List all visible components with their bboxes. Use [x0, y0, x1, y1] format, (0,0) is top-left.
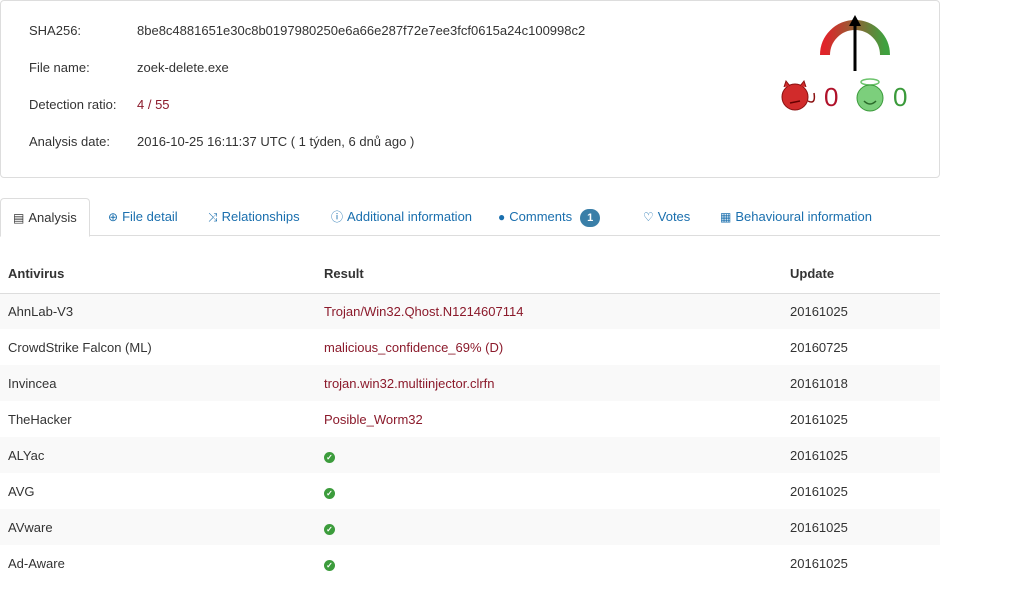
table-row: ALYac ✓ 20161025	[0, 437, 940, 473]
gauge-needle-icon	[849, 15, 861, 71]
result-cell: ✓	[316, 509, 782, 545]
antivirus-cell: ALYac	[0, 437, 316, 473]
sha256-value: 8be8c4881651e30c8b0197980250e6a66e287f72…	[137, 23, 586, 38]
result-cell: Posible_Worm32	[324, 411, 423, 427]
update-cell: 20161025	[790, 555, 848, 571]
tab-votes[interactable]: ♡ Votes	[643, 198, 690, 236]
table-row: AVware ✓ 20161025	[0, 509, 940, 545]
table-header: Antivirus Result Update	[0, 255, 940, 294]
update-cell: 20161025	[782, 509, 940, 545]
table-row: Invincea trojan.win32.multiinjector.clrfn…	[0, 365, 940, 401]
result-cell: ✓	[316, 437, 782, 473]
antivirus-results-table: Antivirus Result Update AhnLab-V3 Trojan/…	[0, 255, 940, 581]
tab-label: Relationships	[221, 209, 300, 224]
thumbs-down-icon: ♡	[643, 210, 654, 224]
file-name-row: File name: zoek-delete.exe	[29, 60, 229, 75]
update-cell: 20161025	[790, 411, 848, 427]
community-score-gauge: 0 0	[781, 15, 907, 112]
antivirus-cell: TheHacker	[8, 411, 72, 427]
search-plus-icon: ⊕	[108, 210, 119, 224]
result-cell: malicious_confidence_69% (D)	[324, 339, 504, 355]
analysis-date-label: Analysis date:	[29, 134, 110, 149]
antivirus-cell: Invincea	[0, 365, 316, 401]
tab-label: Analysis	[28, 210, 77, 225]
comment-icon: ●	[498, 210, 506, 224]
tab-label: Additional information	[347, 209, 473, 224]
result-cell: Trojan/Win32.Qhost.N1214607114	[316, 293, 782, 329]
column-header-result: Result	[316, 255, 782, 294]
check-circle-icon: ✓	[324, 487, 335, 499]
check-circle-icon: ✓	[324, 523, 335, 535]
sha256-label: SHA256:	[29, 23, 82, 38]
tab-analysis[interactable]: ▤ Analysis	[0, 198, 90, 237]
devil-icon	[781, 79, 816, 111]
tab-file-detail[interactable]: ⊕ File detail	[108, 198, 178, 236]
film-icon: ▦	[720, 210, 732, 224]
table-row: TheHacker Posible_Worm32 20161025	[0, 401, 940, 437]
angel-icon	[856, 78, 884, 112]
result-cell: ✓	[316, 473, 782, 509]
tab-label: Votes	[657, 209, 691, 224]
file-summary-panel: SHA256: 8be8c4881651e30c8b0197980250e6a66…	[0, 0, 940, 178]
detection-ratio-row: Detection ratio: 4 / 55	[29, 97, 170, 112]
tab-label: Comments	[509, 209, 573, 224]
tab-comments[interactable]: ● Comments 1	[498, 198, 601, 236]
tab-label: Behavioural information	[735, 209, 872, 224]
check-circle-icon: ✓	[324, 559, 335, 571]
tab-bar: ▤ Analysis ⊕ File detail ⤨ Relationships ⓘ A…	[0, 198, 940, 237]
table-row: CrowdStrike Falcon (ML) malicious_confide…	[0, 329, 940, 365]
detection-ratio-value: 4 / 55	[137, 97, 170, 112]
detection-ratio-label: Detection ratio:	[29, 97, 117, 112]
tab-label: File detail	[122, 209, 178, 224]
shuffle-icon: ⤨	[208, 210, 218, 224]
antivirus-cell: Ad-Aware	[8, 555, 65, 571]
table-row: Ad-Aware ✓ 20161025	[0, 545, 940, 581]
update-cell: 20161025	[782, 293, 940, 329]
file-name-label: File name:	[29, 60, 90, 75]
file-name-value: zoek-delete.exe	[137, 60, 229, 75]
check-circle-icon: ✓	[324, 451, 335, 463]
info-icon: ⓘ	[331, 210, 344, 224]
table-row: AVG ✓ 20161025	[0, 473, 940, 509]
result-cell: trojan.win32.multiinjector.clrfn	[316, 365, 782, 401]
list-icon: ▤	[13, 211, 25, 225]
analysis-date-value: 2016-10-25 16:11:37 UTC ( 1 týden, 6 dnů…	[137, 134, 415, 149]
update-cell: 20161018	[782, 365, 940, 401]
column-header-antivirus: Antivirus	[0, 255, 316, 294]
result-cell: ✓	[316, 545, 782, 581]
tab-behavioural-information[interactable]: ▦ Behavioural information	[720, 198, 872, 236]
malicious-votes-count: 0	[824, 82, 838, 112]
tab-relationships[interactable]: ⤨ Relationships	[208, 198, 300, 236]
update-cell: 20161025	[790, 483, 848, 499]
table-row: AhnLab-V3 Trojan/Win32.Qhost.N1214607114 2…	[0, 293, 940, 329]
comments-count-badge: 1	[580, 209, 601, 227]
harmless-votes-count: 0	[893, 82, 907, 112]
update-cell: 20161025	[782, 437, 940, 473]
antivirus-cell: AVware	[0, 509, 316, 545]
column-header-update: Update	[782, 255, 940, 294]
analysis-date-row: Analysis date: 2016-10-25 16:11:37 UTC ( …	[29, 134, 414, 149]
update-cell: 20160725	[790, 339, 848, 355]
antivirus-cell: AhnLab-V3	[0, 293, 316, 329]
sha256-row: SHA256: 8be8c4881651e30c8b0197980250e6a66…	[29, 23, 585, 38]
antivirus-cell: AVG	[8, 483, 35, 499]
tab-additional-information[interactable]: ⓘ Additional information	[331, 198, 472, 236]
antivirus-cell: CrowdStrike Falcon (ML)	[8, 339, 152, 355]
